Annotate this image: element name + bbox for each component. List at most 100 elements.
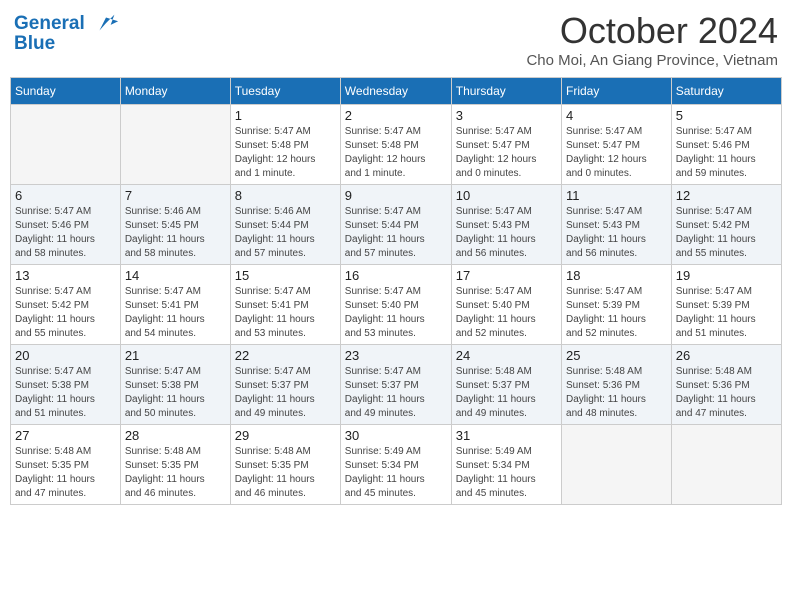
day-info: Sunrise: 5:47 AM Sunset: 5:43 PM Dayligh… — [566, 205, 667, 261]
day-info: Sunrise: 5:48 AM Sunset: 5:36 PM Dayligh… — [566, 365, 667, 421]
day-info: Sunrise: 5:47 AM Sunset: 5:40 PM Dayligh… — [345, 285, 447, 341]
calendar-cell: 28Sunrise: 5:48 AM Sunset: 5:35 PM Dayli… — [120, 425, 230, 505]
day-info: Sunrise: 5:46 AM Sunset: 5:44 PM Dayligh… — [235, 205, 336, 261]
calendar-cell: 31 Sunrise: 5:49 AM Sunset: 5:34 PM Dayli… — [451, 425, 561, 505]
day-number: 10 — [456, 188, 557, 203]
day-info: Sunrise: 5:48 AM Sunset: 5:36 PM Dayligh… — [676, 365, 777, 421]
day-number: 30 — [345, 428, 447, 443]
day-info: Sunrise: 5:47 AM Sunset: 5:37 PM Dayligh… — [345, 365, 447, 421]
day-info: Sunrise: 5:47 AM Sunset: 5:41 PM Dayligh… — [235, 285, 336, 341]
day-number: 25 — [566, 348, 667, 363]
calendar-cell: 18 Sunrise: 5:47 AM Sunset: 5:39 PM Dayli… — [562, 265, 672, 345]
week-row-3: 13Sunrise: 5:47 AM Sunset: 5:42 PM Dayli… — [11, 265, 782, 345]
day-info: Sunrise: 5:47 AM Sunset: 5:47 PM Dayligh… — [566, 125, 667, 181]
day-number: 4 — [566, 108, 667, 123]
day-info: Sunrise: 5:47 AM Sunset: 5:46 PM Dayligh… — [676, 125, 777, 181]
calendar-cell: 30 Sunrise: 5:49 AM Sunset: 5:34 PM Dayli… — [340, 425, 451, 505]
day-number: 18 — [566, 268, 667, 283]
day-number: 26 — [676, 348, 777, 363]
weekday-header-row: SundayMondayTuesdayWednesdayThursdayFrid… — [11, 78, 782, 105]
calendar-cell: 20 Sunrise: 5:47 AM Sunset: 5:38 PM Dayli… — [11, 345, 121, 425]
day-number: 7 — [125, 188, 226, 203]
day-number: 20 — [15, 348, 116, 363]
day-info: Sunrise: 5:47 AM Sunset: 5:47 PM Dayligh… — [456, 125, 557, 181]
day-number: 22 — [235, 348, 336, 363]
week-row-4: 20 Sunrise: 5:47 AM Sunset: 5:38 PM Dayli… — [11, 345, 782, 425]
calendar-cell: 13Sunrise: 5:47 AM Sunset: 5:42 PM Dayli… — [11, 265, 121, 345]
weekday-header-wednesday: Wednesday — [340, 78, 451, 105]
day-number: 17 — [456, 268, 557, 283]
day-number: 23 — [345, 348, 447, 363]
calendar-table: SundayMondayTuesdayWednesdayThursdayFrid… — [10, 77, 782, 505]
calendar-cell — [11, 105, 121, 185]
calendar-cell: 3 Sunrise: 5:47 AM Sunset: 5:47 PM Daylig… — [451, 105, 561, 185]
day-info: Sunrise: 5:46 AM Sunset: 5:45 PM Dayligh… — [125, 205, 226, 261]
title-block: October 2024 Cho Moi, An Giang Province,… — [526, 10, 778, 69]
calendar-cell: 6 Sunrise: 5:47 AM Sunset: 5:46 PM Daylig… — [11, 185, 121, 265]
calendar-cell: 14Sunrise: 5:47 AM Sunset: 5:41 PM Dayli… — [120, 265, 230, 345]
day-number: 28 — [125, 428, 226, 443]
day-number: 21 — [125, 348, 226, 363]
day-number: 3 — [456, 108, 557, 123]
calendar-cell: 27 Sunrise: 5:48 AM Sunset: 5:35 PM Dayli… — [11, 425, 121, 505]
weekday-header-saturday: Saturday — [671, 78, 781, 105]
day-number: 6 — [15, 188, 116, 203]
day-number: 11 — [566, 188, 667, 203]
day-info: Sunrise: 5:47 AM Sunset: 5:48 PM Dayligh… — [235, 125, 336, 181]
day-number: 31 — [456, 428, 557, 443]
calendar-cell: 5 Sunrise: 5:47 AM Sunset: 5:46 PM Daylig… — [671, 105, 781, 185]
calendar-cell: 29 Sunrise: 5:48 AM Sunset: 5:35 PM Dayli… — [230, 425, 340, 505]
calendar-cell: 11 Sunrise: 5:47 AM Sunset: 5:43 PM Dayli… — [562, 185, 672, 265]
page-header: General Blue October 2024 Cho Moi, An Gi… — [10, 10, 782, 69]
day-number: 8 — [235, 188, 336, 203]
weekday-header-friday: Friday — [562, 78, 672, 105]
calendar-cell: 19 Sunrise: 5:47 AM Sunset: 5:39 PM Dayli… — [671, 265, 781, 345]
weekday-header-thursday: Thursday — [451, 78, 561, 105]
week-row-1: 1Sunrise: 5:47 AM Sunset: 5:48 PM Daylig… — [11, 105, 782, 185]
logo: General Blue — [14, 10, 120, 55]
calendar-cell: 8 Sunrise: 5:46 AM Sunset: 5:44 PM Daylig… — [230, 185, 340, 265]
day-number: 14 — [125, 268, 226, 283]
calendar-cell: 10Sunrise: 5:47 AM Sunset: 5:43 PM Dayli… — [451, 185, 561, 265]
day-number: 19 — [676, 268, 777, 283]
calendar-cell: 7 Sunrise: 5:46 AM Sunset: 5:45 PM Daylig… — [120, 185, 230, 265]
calendar-cell — [562, 425, 672, 505]
calendar-cell: 23 Sunrise: 5:47 AM Sunset: 5:37 PM Dayli… — [340, 345, 451, 425]
calendar-cell: 9Sunrise: 5:47 AM Sunset: 5:44 PM Daylig… — [340, 185, 451, 265]
day-info: Sunrise: 5:48 AM Sunset: 5:37 PM Dayligh… — [456, 365, 557, 421]
day-info: Sunrise: 5:47 AM Sunset: 5:38 PM Dayligh… — [15, 365, 116, 421]
calendar-cell: 1Sunrise: 5:47 AM Sunset: 5:48 PM Daylig… — [230, 105, 340, 185]
day-number: 27 — [15, 428, 116, 443]
day-info: Sunrise: 5:47 AM Sunset: 5:39 PM Dayligh… — [566, 285, 667, 341]
calendar-cell: 17 Sunrise: 5:47 AM Sunset: 5:40 PM Dayli… — [451, 265, 561, 345]
calendar-cell: 12Sunrise: 5:47 AM Sunset: 5:42 PM Dayli… — [671, 185, 781, 265]
day-number: 15 — [235, 268, 336, 283]
day-info: Sunrise: 5:47 AM Sunset: 5:39 PM Dayligh… — [676, 285, 777, 341]
day-info: Sunrise: 5:47 AM Sunset: 5:40 PM Dayligh… — [456, 285, 557, 341]
calendar-cell — [120, 105, 230, 185]
day-info: Sunrise: 5:48 AM Sunset: 5:35 PM Dayligh… — [15, 445, 116, 501]
day-info: Sunrise: 5:49 AM Sunset: 5:34 PM Dayligh… — [345, 445, 447, 501]
week-row-5: 27 Sunrise: 5:48 AM Sunset: 5:35 PM Dayli… — [11, 425, 782, 505]
day-number: 5 — [676, 108, 777, 123]
logo-bird-icon — [92, 10, 120, 38]
day-info: Sunrise: 5:47 AM Sunset: 5:48 PM Dayligh… — [345, 125, 447, 181]
calendar-cell: 15 Sunrise: 5:47 AM Sunset: 5:41 PM Dayli… — [230, 265, 340, 345]
day-info: Sunrise: 5:47 AM Sunset: 5:42 PM Dayligh… — [15, 285, 116, 341]
day-number: 29 — [235, 428, 336, 443]
calendar-cell: 16Sunrise: 5:47 AM Sunset: 5:40 PM Dayli… — [340, 265, 451, 345]
day-number: 24 — [456, 348, 557, 363]
calendar-cell: 2 Sunrise: 5:47 AM Sunset: 5:48 PM Daylig… — [340, 105, 451, 185]
day-info: Sunrise: 5:47 AM Sunset: 5:37 PM Dayligh… — [235, 365, 336, 421]
location: Cho Moi, An Giang Province, Vietnam — [526, 52, 778, 69]
week-row-2: 6 Sunrise: 5:47 AM Sunset: 5:46 PM Daylig… — [11, 185, 782, 265]
calendar-cell: 25 Sunrise: 5:48 AM Sunset: 5:36 PM Dayli… — [562, 345, 672, 425]
day-info: Sunrise: 5:49 AM Sunset: 5:34 PM Dayligh… — [456, 445, 557, 501]
day-info: Sunrise: 5:47 AM Sunset: 5:46 PM Dayligh… — [15, 205, 116, 261]
calendar-cell: 21 Sunrise: 5:47 AM Sunset: 5:38 PM Dayli… — [120, 345, 230, 425]
weekday-header-sunday: Sunday — [11, 78, 121, 105]
day-number: 2 — [345, 108, 447, 123]
calendar-cell — [671, 425, 781, 505]
day-info: Sunrise: 5:48 AM Sunset: 5:35 PM Dayligh… — [235, 445, 336, 501]
day-info: Sunrise: 5:47 AM Sunset: 5:38 PM Dayligh… — [125, 365, 226, 421]
